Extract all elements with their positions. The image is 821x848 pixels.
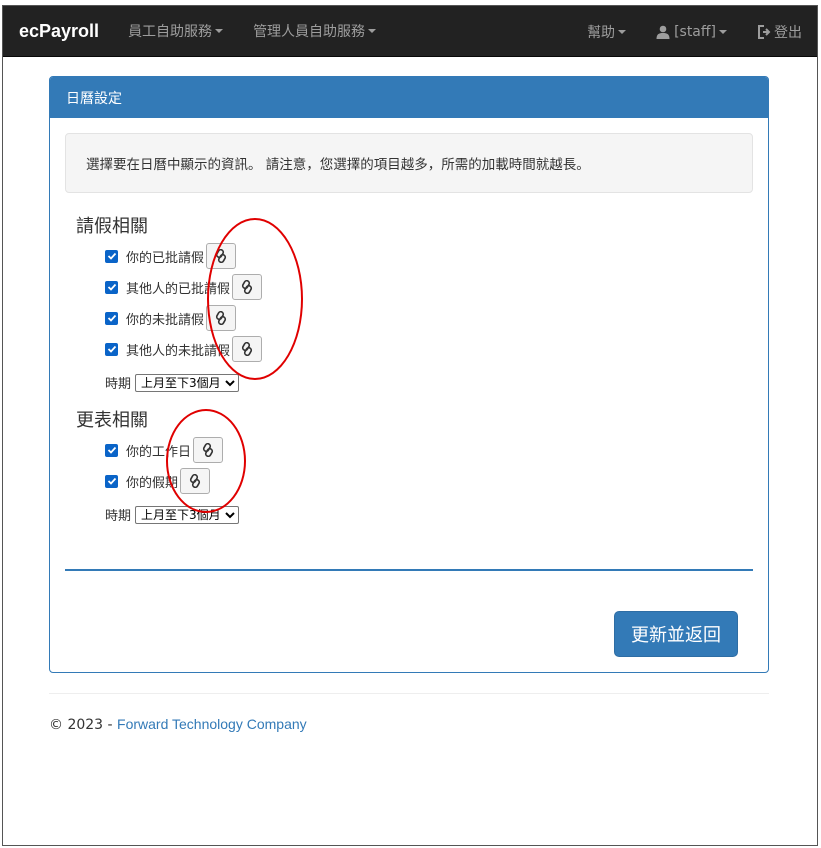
checkbox-my-holidays[interactable]: [105, 474, 118, 488]
annotation-circle-leave: [207, 218, 303, 380]
footer-divider: [49, 693, 769, 694]
menu-user-label: [staff]: [674, 23, 716, 40]
copyright-text: © 2023 -: [49, 717, 118, 733]
logout-label: 登出: [774, 24, 802, 41]
checkbox-others-pending-leave[interactable]: [105, 342, 118, 356]
navbar: ecPayroll 員工自助服務 管理人員自助服務 幫助 [staff] 登出: [3, 6, 817, 57]
check-icon: [107, 477, 116, 485]
panel-divider: [65, 569, 753, 571]
checkbox-my-pending-leave[interactable]: [105, 311, 118, 325]
check-icon: [107, 446, 116, 454]
annotation-circle-roster: [166, 409, 246, 513]
period-label: 時期: [105, 377, 132, 392]
footer: © 2023 - Forward Technology Company: [49, 716, 307, 733]
menu-employee-self-service[interactable]: 員工自助服務: [113, 21, 238, 41]
chevron-down-icon: [215, 29, 224, 33]
navbar-right: 幫助 [staff] 登出: [572, 6, 817, 57]
menu-help[interactable]: 幫助: [572, 22, 641, 42]
check-icon: [107, 314, 116, 322]
chevron-down-icon: [368, 29, 377, 33]
notice-box: 選擇要在日曆中顯示的資訊。 請注意，您選擇的項目越多，所需的加載時間就越長。: [65, 133, 753, 193]
logout-icon: [758, 24, 771, 39]
menu-employee-label: 員工自助服務: [128, 24, 213, 40]
panel-heading: 日曆設定: [50, 77, 768, 118]
check-icon: [107, 252, 116, 260]
check-icon: [107, 345, 116, 353]
option-label: 你的已批請假: [126, 250, 205, 266]
roster-section-title: 更表相關: [76, 410, 148, 431]
leave-section-title: 請假相關: [76, 216, 148, 237]
logout-link[interactable]: 登出: [742, 22, 817, 42]
checkbox-others-approved-leave[interactable]: [105, 280, 118, 294]
brand-logo[interactable]: ecPayroll: [19, 21, 99, 42]
menu-user[interactable]: [staff]: [641, 24, 742, 40]
menu-manager-label: 管理人員自助服務: [253, 24, 366, 40]
user-icon: [656, 25, 670, 39]
calendar-settings-panel: 日曆設定 選擇要在日曆中顯示的資訊。 請注意，您選擇的項目越多，所需的加載時間就…: [49, 76, 769, 673]
menu-manager-self-service[interactable]: 管理人員自助服務: [238, 21, 391, 41]
menu-help-label: 幫助: [587, 24, 616, 41]
company-link[interactable]: Forward Technology Company: [117, 716, 307, 732]
leave-period-row: 時期 上月至下3個月: [105, 373, 240, 392]
option-label: 你的未批請假: [126, 312, 205, 328]
update-and-return-button[interactable]: 更新並返回: [614, 611, 738, 657]
checkbox-my-workdays[interactable]: [105, 443, 118, 457]
chevron-down-icon: [719, 29, 727, 34]
roster-period-select[interactable]: 上月至下3個月: [135, 505, 240, 524]
check-icon: [107, 283, 116, 291]
leave-period-select[interactable]: 上月至下3個月: [135, 373, 240, 392]
period-label: 時期: [105, 509, 132, 524]
chevron-down-icon: [618, 29, 627, 34]
browser-frame: ecPayroll 員工自助服務 管理人員自助服務 幫助 [staff] 登出 …: [2, 5, 818, 846]
notice-text: 選擇要在日曆中顯示的資訊。 請注意，您選擇的項目越多，所需的加載時間就越長。: [86, 157, 590, 173]
checkbox-my-approved-leave[interactable]: [105, 249, 118, 263]
